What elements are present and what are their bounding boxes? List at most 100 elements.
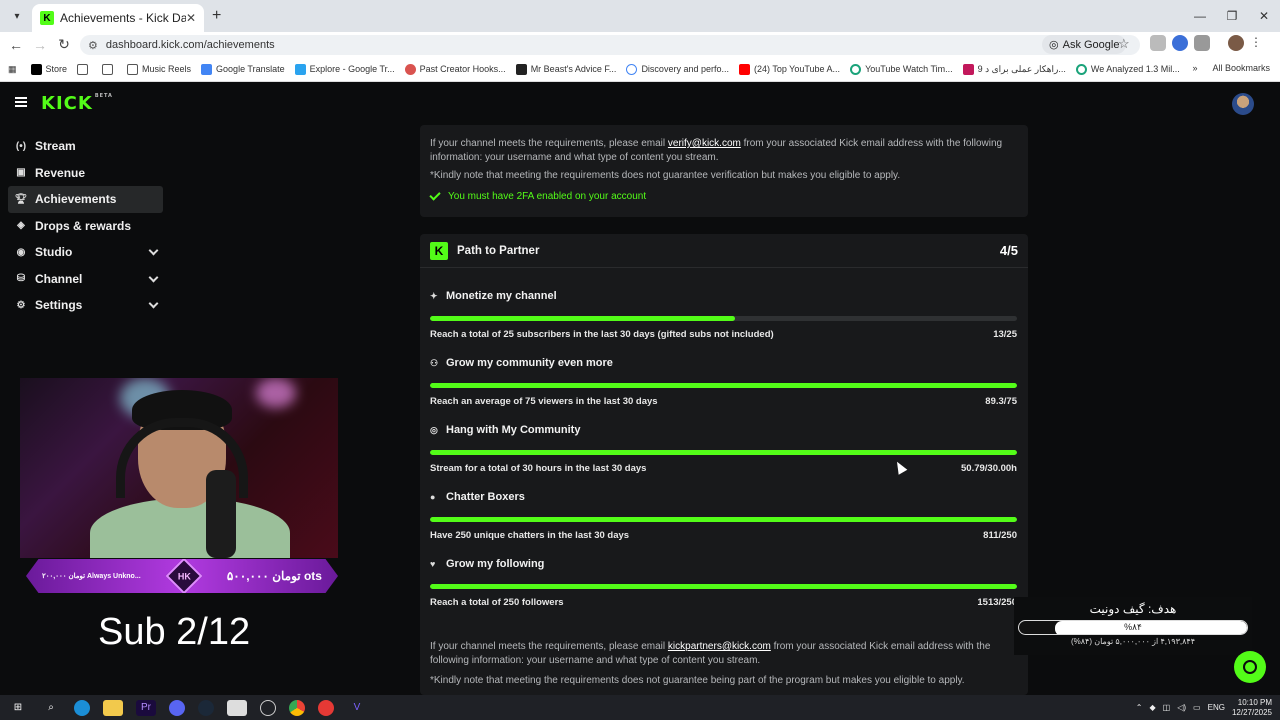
bookmark-label: YouTube Watch Tim... xyxy=(865,64,953,74)
sidebar-item-stream[interactable]: (•) Stream xyxy=(8,133,163,160)
sidebar: (•) Stream ▣ Revenue 🏆︎ Achievements ◈ Drops… xyxy=(8,133,163,319)
verify-email-link[interactable]: verify@kick.com xyxy=(668,138,741,149)
ask-google-label: Ask Google xyxy=(1062,38,1120,51)
extension-icon[interactable] xyxy=(1172,35,1188,51)
progress-text: 811/250 xyxy=(983,530,1017,541)
premiere-icon[interactable]: Pr xyxy=(136,699,156,716)
search-icon[interactable]: ⌕ xyxy=(41,700,61,716)
profile-avatar[interactable] xyxy=(1228,35,1244,51)
apps-icon[interactable]: ▦ xyxy=(8,64,17,75)
bookmark-item[interactable]: Store xyxy=(30,63,67,75)
youtube-icon xyxy=(738,63,750,75)
bookmark-item[interactable]: Discovery and perfo... xyxy=(626,63,729,75)
chrome-icon[interactable] xyxy=(289,699,305,716)
bookmark-folder[interactable] xyxy=(102,63,117,75)
task-requirement: Have 250 unique chatters in the last 30 … xyxy=(430,530,1017,541)
bookmark-item[interactable]: Music Reels xyxy=(127,63,192,75)
chevron-down-icon[interactable] xyxy=(148,272,159,282)
sidebar-item-channel[interactable]: ⛁ Channel xyxy=(8,266,163,293)
language-indicator[interactable]: ENG xyxy=(1208,703,1225,712)
address-bar[interactable]: ⚙ dashboard.kick.com/achievements xyxy=(80,35,1140,55)
bookmark-item[interactable]: (24) Top YouTube A... xyxy=(738,63,840,75)
user-avatar[interactable] xyxy=(1232,93,1254,115)
task-name: ✦ Monetize my channel xyxy=(430,290,1017,302)
discord-icon[interactable] xyxy=(169,699,185,716)
all-bookmarks-label: All Bookmarks xyxy=(1212,63,1270,73)
heart-icon: ♥ xyxy=(430,559,436,569)
sidebar-item-achievements[interactable]: 🏆︎ Achievements xyxy=(8,186,163,213)
sidebar-item-settings[interactable]: ⚙ Settings xyxy=(8,292,163,319)
hamburger-menu-icon[interactable] xyxy=(15,97,27,107)
bookmark-item[interactable]: Google Translate xyxy=(201,63,285,75)
security-icon[interactable]: ◆ xyxy=(1150,703,1156,712)
browser-toolbar: ← → ↻ ⚙ dashboard.kick.com/achievements … xyxy=(0,32,1280,57)
2fa-requirement: You must have 2FA enabled on your accoun… xyxy=(429,189,1018,202)
chat-bubble-icon: ● xyxy=(430,492,436,502)
forward-icon[interactable]: → xyxy=(28,37,52,53)
clock[interactable]: 10:10 PM 12/27/2025 xyxy=(1232,698,1272,718)
support-chat-button[interactable] xyxy=(1234,651,1266,683)
folder-icon xyxy=(102,63,114,75)
chevron-down-icon[interactable] xyxy=(148,298,159,309)
amazon-icon xyxy=(30,63,42,75)
sidebar-item-studio[interactable]: ◉ Studio xyxy=(8,239,163,266)
close-tab-icon[interactable]: ✕ xyxy=(186,11,196,25)
bookmark-star-icon[interactable]: ☆ xyxy=(1118,36,1130,52)
tray-chevron-icon[interactable]: ⌃ xyxy=(1136,703,1143,712)
sidebar-item-label: Drops & rewards xyxy=(35,218,132,233)
extension-icon[interactable] xyxy=(1150,35,1166,51)
verification-text-part: If your channel meets the requirements, … xyxy=(430,138,668,149)
bookmark-item[interactable]: Past Creator Hooks... xyxy=(404,63,506,75)
close-window-icon[interactable]: ✕ xyxy=(1248,0,1280,32)
ask-google-button[interactable]: ◎ Ask Google xyxy=(1042,35,1127,54)
browser-tab[interactable]: K Achievements - Kick Dashboard ✕ xyxy=(32,4,204,32)
group-icon: ⚇ xyxy=(430,357,439,368)
tab-search-icon[interactable]: ▾ xyxy=(4,3,30,29)
file-explorer-icon[interactable] xyxy=(103,699,123,716)
new-tab-icon[interactable]: + xyxy=(212,7,221,25)
chevron-down-icon[interactable] xyxy=(148,245,159,256)
kick-logo[interactable]: KICK BETA xyxy=(41,93,113,114)
donation-percent: %۸۴ xyxy=(1124,622,1142,632)
task-name-text: Monetize my channel xyxy=(446,290,557,302)
verification-text: If your channel meets the requirements, … xyxy=(430,137,1018,165)
bookmark-folder[interactable] xyxy=(77,63,92,75)
menu-icon[interactable]: ⋮ xyxy=(1250,35,1262,51)
steam-icon[interactable] xyxy=(198,699,214,716)
progress-bar xyxy=(430,450,1017,455)
site-icon xyxy=(404,63,416,75)
edge-icon[interactable] xyxy=(74,699,90,716)
bookmark-item[interactable]: We Analyzed 1.3 Mil... xyxy=(1075,63,1180,75)
sidebar-item-revenue[interactable]: ▣ Revenue xyxy=(8,160,163,187)
store-icon[interactable] xyxy=(227,699,247,716)
site-info-icon[interactable]: ⚙ xyxy=(88,39,98,52)
folder-icon xyxy=(127,63,139,75)
all-bookmarks[interactable]: » All Bookmarks xyxy=(1192,63,1270,73)
bookmark-item[interactable]: Explore - Google Tr... xyxy=(294,63,395,75)
reload-icon[interactable]: ↻ xyxy=(52,36,76,53)
windows-start-icon[interactable]: ⊞ xyxy=(8,700,28,716)
task-name: ◎ Hang with My Community xyxy=(430,424,1017,436)
bookmark-item[interactable]: YouTube Watch Tim... xyxy=(850,63,953,75)
puzzle-icon[interactable] xyxy=(1194,35,1210,51)
network-icon[interactable]: ◫ xyxy=(1163,703,1171,712)
minimize-icon[interactable]: — xyxy=(1184,0,1216,32)
sidebar-item-label: Studio xyxy=(35,245,73,260)
bookmark-label: Past Creator Hooks... xyxy=(419,64,506,74)
bookmark-label: Music Reels xyxy=(142,64,192,74)
kick-dashboard-page: KICK BETA (•) Stream ▣ Revenue 🏆︎ Achievemen… xyxy=(0,83,1280,695)
bookmark-item[interactable]: 9 راهکار عملی برای د... xyxy=(962,63,1066,75)
google-icon xyxy=(626,63,638,75)
volume-icon[interactable]: ◁) xyxy=(1177,703,1186,712)
sidebar-item-drops[interactable]: ◈ Drops & rewards xyxy=(8,213,163,240)
back-icon[interactable]: ← xyxy=(4,37,28,53)
sidebar-item-label: Stream xyxy=(35,139,76,154)
battery-icon[interactable]: ▭ xyxy=(1193,703,1201,712)
bookmark-item[interactable]: Mr Beast's Advice F... xyxy=(515,63,616,75)
app-icon[interactable] xyxy=(260,699,276,716)
progress-fill xyxy=(430,584,1017,589)
app-icon[interactable]: V xyxy=(347,700,367,716)
partner-email-link[interactable]: kickpartners@kick.com xyxy=(668,641,771,652)
app-icon[interactable] xyxy=(318,699,334,716)
restore-icon[interactable]: ❐ xyxy=(1216,0,1248,32)
